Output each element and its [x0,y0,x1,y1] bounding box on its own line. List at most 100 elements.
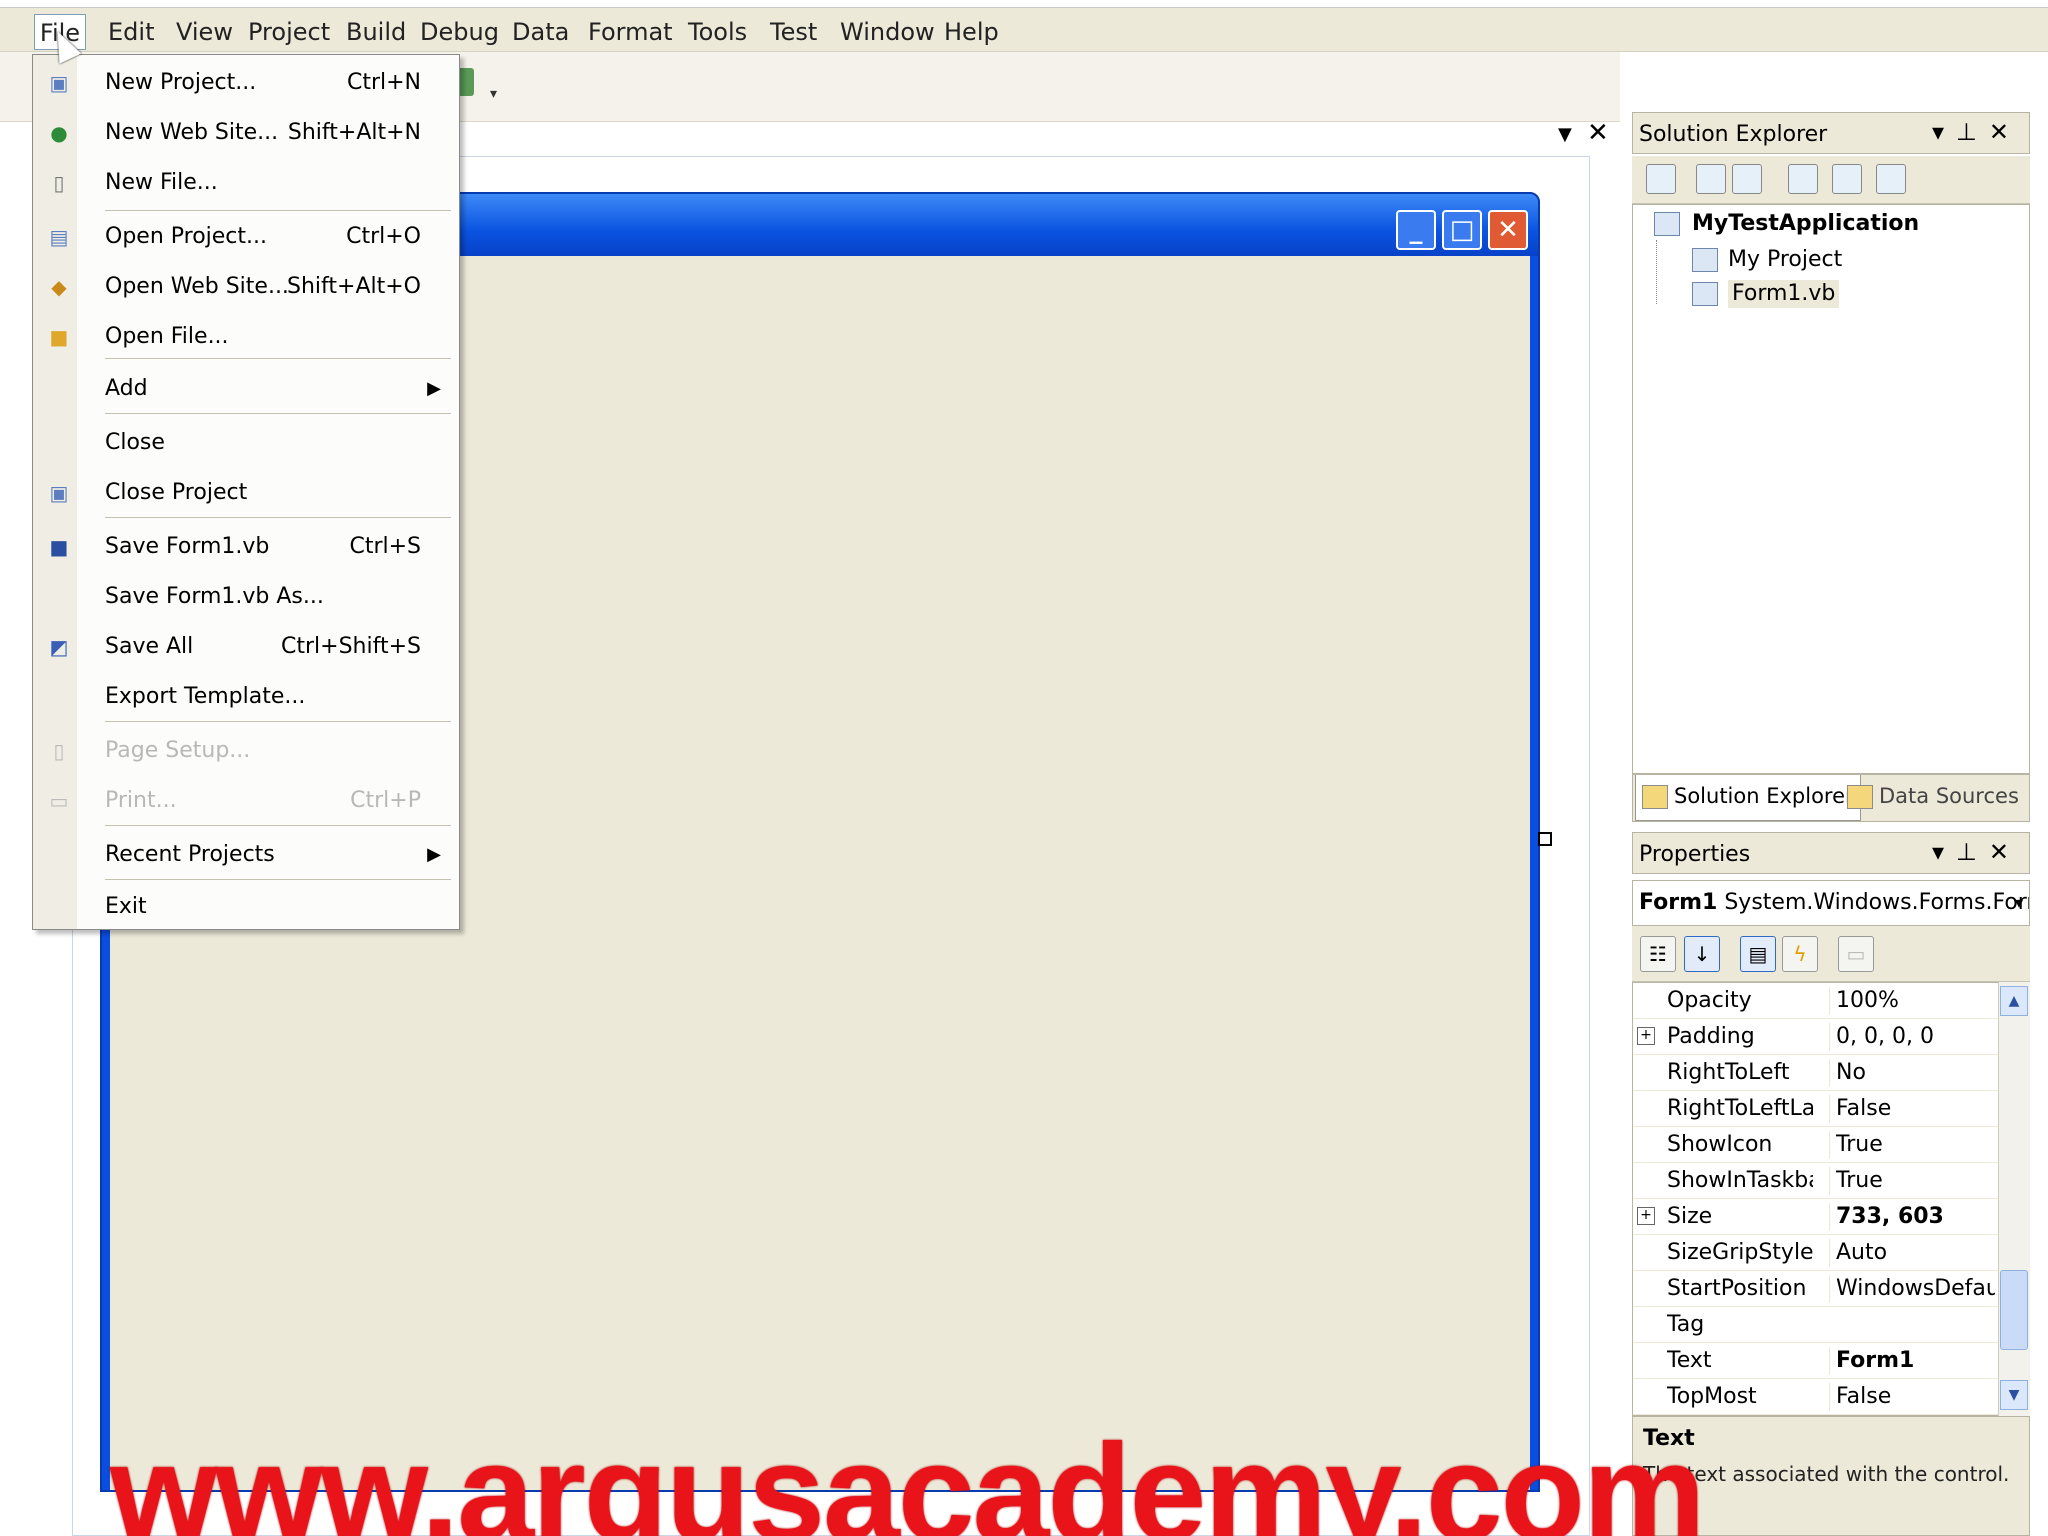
menu-item-open-web-site[interactable]: ◆ Open Web Site... Shift+Alt+O [33,267,461,307]
menu-view[interactable]: View [176,18,233,46]
menu-project[interactable]: Project [248,18,330,46]
property-row[interactable]: SizeGripStyle Auto [1633,1235,1999,1271]
property-row[interactable]: ShowIcon True [1633,1127,1999,1163]
close-project-icon: ▣ [49,481,69,505]
tree-node-form1[interactable]: Form1.vb [1728,280,1840,308]
ide-window: File Edit View Project Build Debug Data … [0,0,2048,1536]
watermark: www.argusacademy.com [110,1416,1706,1536]
menu-item-new-web-site[interactable]: ● New Web Site... Shift+Alt+N [33,113,461,153]
property-row[interactable]: StartPosition WindowsDefaultLocation [1633,1271,1999,1307]
panel-window-buttons-icon[interactable]: ▾⊥✕ [1932,837,2021,867]
property-row[interactable]: Tag [1633,1307,1999,1343]
refresh-icon[interactable] [1732,164,1762,194]
property-row[interactable]: RightToLeftLayout False [1633,1091,1999,1127]
open-web-site-icon: ◆ [51,275,67,299]
menu-separator [105,210,451,211]
menu-item-page-setup: ▯ Page Setup... [33,731,461,771]
menu-item-save-all[interactable]: ◩ Save All Ctrl+Shift+S [33,627,461,667]
property-pages-icon[interactable]: ▭ [1838,936,1874,972]
scroll-thumb[interactable] [2000,1270,2028,1350]
panel-window-buttons-icon[interactable]: ▾⊥✕ [1932,117,2021,147]
menu-separator [105,879,451,880]
toolbar-overflow-icon[interactable]: ▾ [490,86,497,102]
show-all-files-icon[interactable] [1696,164,1726,194]
menu-separator [105,358,451,359]
menu-item-export-template[interactable]: Export Template... [33,677,461,717]
solution-explorer-icon [1642,785,1668,809]
object-selector[interactable]: Form1 System.Windows.Forms.Form ▾ [1632,880,2030,926]
printer-icon: ▭ [49,789,69,813]
menu-item-open-file[interactable]: ■ Open File... [33,317,461,357]
globe-icon: ● [50,121,68,145]
page-setup-icon: ▯ [53,739,65,763]
property-row[interactable]: ShowInTaskbar True [1633,1163,1999,1199]
property-grid-scrollbar[interactable] [1998,982,2030,1416]
solution-explorer-header[interactable]: Solution Explorer ▾⊥✕ [1632,112,2030,154]
tree-node-project[interactable]: MyTestApplication [1692,210,1919,238]
menu-build[interactable]: Build [346,18,406,46]
document-close-icon[interactable]: ✕ [1587,118,1609,148]
open-project-icon: ▤ [49,225,69,249]
property-grid: Opacity 100% + Padding 0, 0, 0, 0 RightT… [1632,982,2030,1416]
menu-item-close-project[interactable]: ▣ Close Project [33,473,461,513]
menu-item-new-project[interactable]: ▣ New Project... Ctrl+N [33,63,461,103]
properties-header[interactable]: Properties ▾⊥✕ [1632,832,2030,874]
save-icon: ■ [49,535,69,559]
maximize-icon: □ [1442,210,1482,250]
expand-icon[interactable]: + [1637,1027,1655,1045]
properties-icon[interactable] [1646,164,1676,194]
tab-solution-explorer[interactable]: Solution Explorer [1635,775,1861,821]
solution-explorer-toolbar [1632,156,2030,204]
tree-node-my-project[interactable]: My Project [1728,246,1842,274]
document-dropdown-icon[interactable]: ▼ [1558,124,1572,145]
property-row[interactable]: RightToLeft No [1633,1055,1999,1091]
menu-item-save-as[interactable]: Save Form1.vb As... [33,577,461,617]
resize-handle[interactable] [1538,832,1552,846]
menu-item-new-file[interactable]: ▯ New File... [33,163,461,203]
menu-edit[interactable]: Edit [108,18,154,46]
property-row[interactable]: + Padding 0, 0, 0, 0 [1633,1019,1999,1055]
menu-debug[interactable]: Debug [420,18,499,46]
menu-separator [105,517,451,518]
minimize-icon: _ [1396,210,1436,250]
alphabetical-icon[interactable]: ↓ [1684,936,1720,972]
property-row[interactable]: Opacity 100% [1633,983,1999,1019]
chevron-down-icon[interactable]: ▾ [2015,889,2023,917]
menu-separator [105,721,451,722]
menu-separator [105,413,451,414]
scroll-up-icon[interactable]: ▲ [2000,986,2028,1016]
menu-separator [105,825,451,826]
property-row[interactable]: TopMost False [1633,1379,1999,1415]
submenu-arrow-icon: ▶ [427,378,441,399]
scroll-down-icon[interactable]: ▼ [2000,1380,2028,1410]
properties-view-icon[interactable]: ▤ [1740,936,1776,972]
menu-window[interactable]: Window [840,18,935,46]
expand-icon[interactable]: + [1637,1207,1655,1225]
menu-tools[interactable]: Tools [688,18,747,46]
new-project-icon: ▣ [49,71,69,95]
solution-explorer-tabs: Solution Explorer Data Sources [1632,774,2030,822]
title-bar-strip [0,0,2048,8]
menu-help[interactable]: Help [944,18,999,46]
menu-format[interactable]: Format [588,18,673,46]
menu-item-open-project[interactable]: ▤ Open Project... Ctrl+O [33,217,461,257]
property-row[interactable]: + Size 733, 603 [1633,1199,1999,1235]
menu-item-add[interactable]: Add ▶ [33,369,461,409]
view-designer-icon[interactable] [1832,164,1862,194]
class-diagram-icon[interactable] [1876,164,1906,194]
menu-item-close[interactable]: Close [33,423,461,463]
view-code-icon[interactable] [1788,164,1818,194]
menu-item-recent-projects[interactable]: Recent Projects ▶ [33,835,461,875]
categorized-icon[interactable]: ☷ [1640,936,1676,972]
data-sources-icon [1847,785,1873,809]
menu-data[interactable]: Data [512,18,569,46]
close-icon: ✕ [1488,210,1528,250]
properties-toolbar: ☷ ↓ ▤ ϟ ▭ [1632,926,2030,982]
menu-item-save[interactable]: ■ Save Form1.vb Ctrl+S [33,527,461,567]
property-row[interactable]: Text Form1 [1633,1343,1999,1379]
tab-data-sources[interactable]: Data Sources [1841,775,2025,821]
menu-test[interactable]: Test [770,18,817,46]
menu-item-exit[interactable]: Exit [33,887,461,927]
save-all-icon: ◩ [49,635,69,659]
events-icon[interactable]: ϟ [1782,936,1818,972]
